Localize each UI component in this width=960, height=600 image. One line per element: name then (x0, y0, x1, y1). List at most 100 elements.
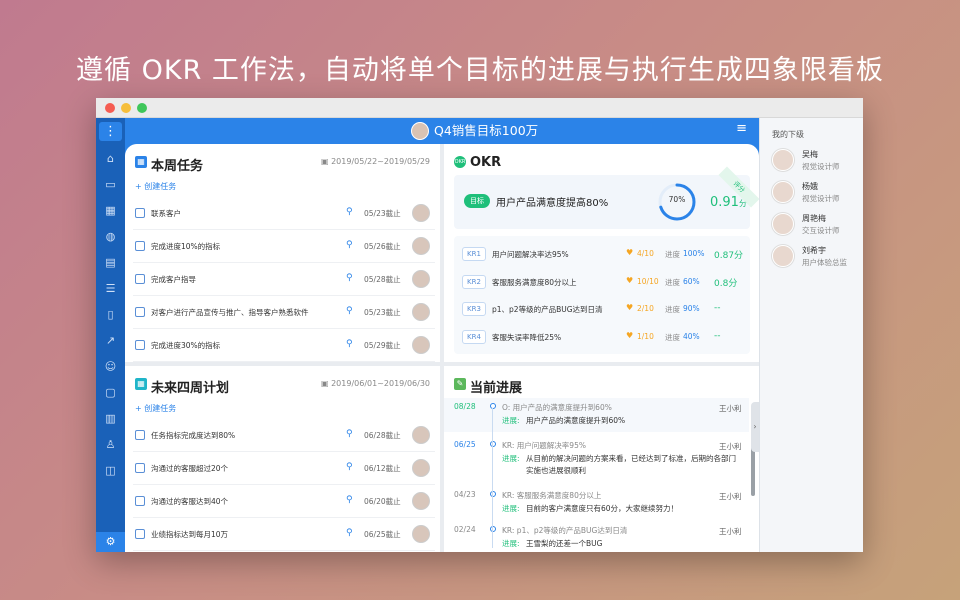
task-row[interactable]: 完成进度30%的指标 ⚲ 05/29截止 (133, 329, 435, 362)
clipboard-icon[interactable]: ▯ (103, 307, 118, 322)
team-icon[interactable]: ☺ (103, 359, 118, 374)
key-result-row[interactable]: KR3 p1、p2等级的产品BUG达到日清 ♥ 2/10 进度 90% -- (454, 295, 750, 322)
settings-icon[interactable]: ⚙ (96, 532, 125, 552)
document-icon[interactable]: ▤ (103, 255, 118, 270)
message-icon[interactable]: ▭ (103, 177, 118, 192)
assignee-avatar (412, 204, 430, 222)
milestone-icon: ⚲ (346, 495, 353, 505)
kr-score: 0.87分 (714, 251, 744, 261)
subordinates-panel: 我的下级 吴梅 视觉设计师 杨娥 视觉设计师 周艳梅 交互设计师 刘希宇 用户体验总监 (759, 118, 863, 552)
kr-progress-label: 进度 (665, 305, 680, 314)
task-name: 沟通过的客服达到40个 (151, 497, 229, 506)
left-nav: ⋮ ⌂ ▭ ▦ ◍ ▤ ☰ ▯ ↗ ☺ ▢ ▥ ♙ ◫ ⚙ (96, 118, 125, 552)
avatar (772, 213, 794, 235)
assignee-avatar (412, 303, 430, 321)
list-icon[interactable]: ☰ (103, 281, 118, 296)
timeline-dot (490, 441, 496, 447)
entry-text-continued: 实施也进展很顺利 (526, 466, 586, 475)
task-checkbox[interactable] (135, 529, 145, 539)
avatar (772, 245, 794, 267)
task-row[interactable]: 任务指标完成度达到80% ⚲ 06/28截止 (133, 419, 435, 452)
title-bar (96, 98, 863, 118)
key-result-row[interactable]: KR4 客服失误率降低25% ♥ 1/10 进度 40% -- (454, 323, 750, 350)
subordinate-item[interactable]: 杨娥 视觉设计师 (772, 178, 862, 206)
subordinate-item[interactable]: 周艳梅 交互设计师 (772, 210, 862, 238)
kr-progress: 100% (683, 249, 705, 258)
assignee-avatar (412, 336, 430, 354)
home-icon[interactable]: ⌂ (103, 151, 118, 166)
kr-progress: 90% (683, 304, 700, 313)
task-row[interactable]: 完成客户指导 ⚲ 05/28截止 (133, 263, 435, 296)
calendar-icon[interactable]: ▦ (103, 203, 118, 218)
chart-icon[interactable]: ▥ (103, 411, 118, 426)
task-checkbox[interactable] (135, 430, 145, 440)
task-due-date: 05/23截止 (364, 209, 401, 218)
entry-date: 04/23 (454, 490, 476, 499)
quadrant-board: ▦ 本周任务 ▣ 2019/05/22~2019/05/29 + 创建任务 联系… (125, 144, 759, 552)
entry-text: 目前的客户满意度只有60分，大家继续努力！ (526, 504, 679, 513)
minimize-window-button[interactable] (121, 103, 131, 113)
entry-target: KR: 客服服务满意度80分以上 (502, 491, 602, 500)
task-checkbox[interactable] (135, 463, 145, 473)
panel-title: 未来四周计划 (151, 381, 230, 396)
user-icon[interactable]: ♙ (103, 437, 118, 452)
confidence-icon: ♥ (626, 248, 634, 257)
task-due-date: 06/12截止 (364, 464, 401, 473)
maximize-window-button[interactable] (137, 103, 147, 113)
task-row[interactable]: 对客户进行产品宣传与推广、指导客户熟悉软件 ⚲ 05/23截止 (133, 296, 435, 329)
entry-user: 王小利 (719, 404, 742, 413)
milestone-icon: ⚲ (346, 240, 353, 250)
goal-selector[interactable]: Q4销售目标100万 (411, 121, 538, 141)
task-row[interactable]: 完成进度10%的指标 ⚲ 05/26截止 (133, 230, 435, 263)
entry-user: 王小利 (719, 442, 742, 451)
weekly-tasks-panel: ▦ 本周任务 ▣ 2019/05/22~2019/05/29 + 创建任务 联系… (125, 144, 440, 362)
entry-date: 08/28 (454, 402, 476, 411)
entry-user: 王小利 (719, 492, 742, 501)
confidence-icon: ♥ (626, 330, 634, 340)
calendar-icon: ▦ (135, 378, 147, 390)
task-checkbox[interactable] (135, 274, 145, 284)
panel-title: 本周任务 (151, 159, 204, 174)
subordinate-role: 视觉设计师 (802, 162, 840, 171)
app-window: ⋮ ⌂ ▭ ▦ ◍ ▤ ☰ ▯ ↗ ☺ ▢ ▥ ♙ ◫ ⚙ Q4销售目标100万… (96, 98, 863, 552)
entry-text: 从目前的解决问题的方案来看，已经达到了标准，后期的各部门 (526, 454, 736, 463)
subordinate-item[interactable]: 刘希宇 用户体验总监 (772, 242, 862, 270)
task-name: 完成进度30%的指标 (151, 341, 221, 350)
subordinate-item[interactable]: 吴梅 视觉设计师 (772, 146, 862, 174)
entry-date: 02/24 (454, 525, 476, 534)
collapse-panel-button[interactable]: › (751, 402, 759, 452)
more-menu-icon[interactable]: ⋮ (99, 122, 122, 141)
hamburger-icon[interactable]: ≡ (736, 121, 747, 136)
report-icon[interactable]: ◫ (103, 463, 118, 478)
task-checkbox[interactable] (135, 340, 145, 350)
task-checkbox[interactable] (135, 208, 145, 218)
task-checkbox[interactable] (135, 307, 145, 317)
kr-score: -- (714, 330, 721, 341)
kr-score: 0.8分 (714, 278, 738, 289)
task-row[interactable]: 沟通过的客服达到40个 ⚲ 06/20截止 (133, 485, 435, 518)
share-icon[interactable]: ↗ (103, 333, 118, 348)
file-icon[interactable]: ▢ (103, 385, 118, 400)
objective-card[interactable]: 目标 用户产品满意度提高80% 70% 0.91分 评分 (454, 166, 759, 229)
create-task-button[interactable]: + 创建任务 (135, 403, 176, 414)
task-row[interactable]: 业绩指标达到每月10万 ⚲ 06/25截止 (133, 518, 435, 551)
task-due-date: 05/26截止 (364, 242, 401, 251)
close-window-button[interactable] (105, 103, 115, 113)
task-row[interactable]: 沟通过的客服超过20个 ⚲ 06/12截止 (133, 452, 435, 485)
task-row[interactable]: 联系客户 ⚲ 05/23截止 (133, 197, 435, 230)
timeline-dot (490, 403, 496, 409)
task-due-date: 06/25截止 (364, 530, 401, 539)
task-checkbox[interactable] (135, 241, 145, 251)
assignee-avatar (412, 237, 430, 255)
key-result-row[interactable]: KR2 客服服务满意度80分以上 ♥ 10/10 进度 60% 0.8分 (454, 268, 750, 295)
confidence-icon: ♥ (626, 275, 634, 285)
task-checkbox[interactable] (135, 496, 145, 506)
key-result-row[interactable]: KR1 用户问题解决率达95% ♥ 4/10 进度 100% 0.87分 (454, 240, 750, 267)
kr-progress-label: 进度 (665, 277, 680, 287)
kr-confidence: 1/10 (637, 331, 654, 341)
kr-tag: KR3 (462, 302, 486, 316)
timeline-line (492, 408, 493, 548)
globe-icon[interactable]: ◍ (103, 229, 118, 244)
kr-name: p1、p2等级的产品BUG达到日清 (492, 305, 603, 314)
create-task-button[interactable]: + 创建任务 (135, 181, 176, 192)
